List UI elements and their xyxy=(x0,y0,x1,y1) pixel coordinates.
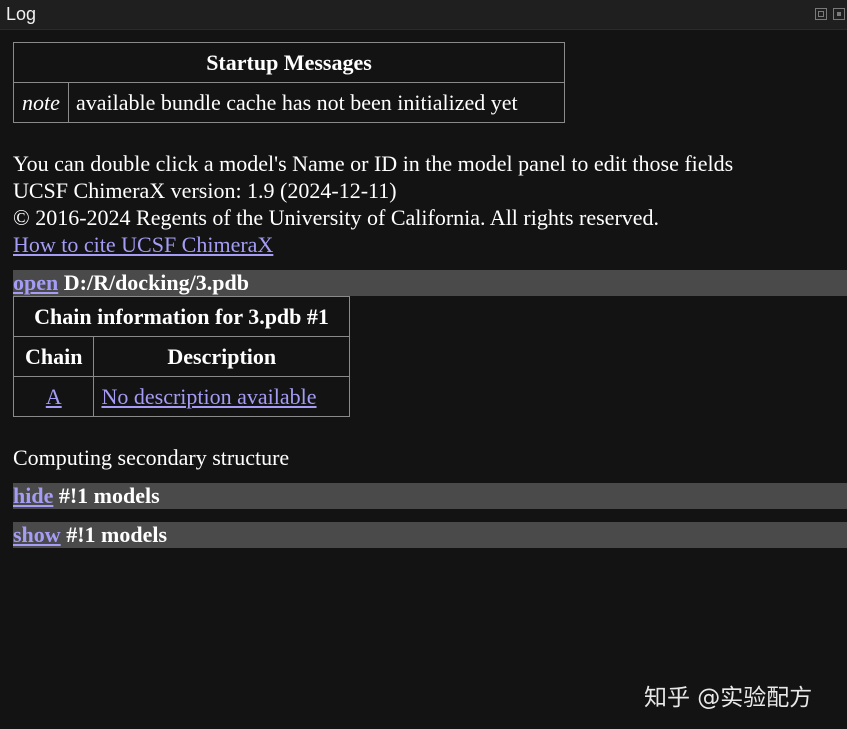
chain-id-cell: A xyxy=(12,376,95,417)
info-line: You can double click a model's Name or I… xyxy=(13,151,734,176)
table-row: A No description available xyxy=(12,376,350,417)
command-line-open: open D:/R/docking/3.pdb xyxy=(13,270,847,296)
chain-table-title: Chain information for 3.pdb #1 xyxy=(13,296,350,337)
log-window: Log Startup Messages note available bund… xyxy=(0,0,847,729)
command-line-hide: hide #!1 models xyxy=(13,483,847,509)
info-block: You can double click a model's Name or I… xyxy=(13,150,847,258)
table-row: note available bundle cache has not been… xyxy=(13,82,565,123)
chain-info-table: Chain information for 3.pdb #1 Chain Des… xyxy=(12,296,350,417)
command-line-show: show #!1 models xyxy=(13,522,847,548)
message-text: available bundle cache has not been init… xyxy=(68,82,565,123)
window-title: Log xyxy=(6,4,37,24)
show-command-link[interactable]: show xyxy=(13,522,61,547)
startup-messages-table: Startup Messages note available bundle c… xyxy=(13,42,565,123)
float-icon[interactable] xyxy=(815,8,827,20)
column-header-description: Description xyxy=(93,336,350,377)
copyright-line: © 2016-2024 Regents of the University of… xyxy=(13,205,660,230)
description-cell: No description available xyxy=(93,376,350,417)
description-link[interactable]: No description available xyxy=(101,384,316,409)
title-bar: Log xyxy=(0,0,847,30)
open-command-link[interactable]: open xyxy=(13,270,58,295)
startup-messages-header: Startup Messages xyxy=(13,42,565,83)
command-args: #!1 models xyxy=(60,522,168,547)
cite-link[interactable]: How to cite UCSF ChimeraX xyxy=(13,232,273,257)
command-args: D:/R/docking/3.pdb xyxy=(58,270,249,295)
hide-command-link[interactable]: hide xyxy=(13,483,53,508)
message-level: note xyxy=(13,82,69,123)
log-content: Startup Messages note available bundle c… xyxy=(12,42,847,548)
chain-id-link[interactable]: A xyxy=(46,384,62,409)
close-icon[interactable] xyxy=(833,8,845,20)
watermark: 知乎 @实验配方 xyxy=(644,685,813,711)
column-header-chain: Chain xyxy=(12,336,95,377)
version-line: UCSF ChimeraX version: 1.9 (2024-12-11) xyxy=(13,178,397,203)
command-args: #!1 models xyxy=(53,483,160,508)
computing-message: Computing secondary structure xyxy=(13,445,290,470)
